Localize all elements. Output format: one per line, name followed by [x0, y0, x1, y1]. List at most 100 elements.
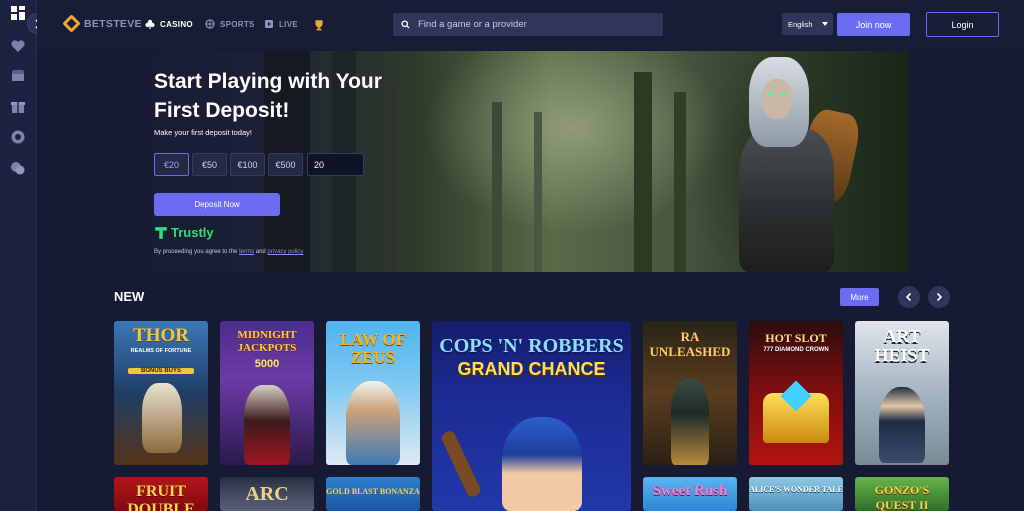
- heart-icon[interactable]: [10, 38, 26, 54]
- game-tile-sweet-rush[interactable]: Sweet Rush: [643, 477, 737, 511]
- thief-figure: [879, 387, 925, 463]
- game-tile-alices-wonder-tale[interactable]: ALICE'S WONDER TALE: [749, 477, 843, 511]
- chevron-left-icon: [905, 292, 912, 302]
- game-tile-midnight-jackpots[interactable]: MIDNIGHT JACKPOTS 5000: [220, 321, 314, 465]
- amount-option[interactable]: €100: [230, 153, 265, 176]
- privacy-policy-link[interactable]: privacy policy: [267, 249, 303, 255]
- game-title: ART HEIST: [874, 326, 930, 365]
- top-bar: BETSTEVE CASINO SPORTS LIVE English Join…: [37, 0, 1024, 50]
- baton: [439, 429, 483, 499]
- brand-name: BETSTEVE: [84, 17, 142, 30]
- game-tile-hot-slot[interactable]: HOT SLOT 777 DIAMOND CROWN: [749, 321, 843, 465]
- terms-notice: By proceeding you agree to the terms and…: [154, 249, 303, 255]
- game-title: GONZO'S QUEST II: [874, 483, 930, 511]
- nav-casino-label: CASINO: [160, 19, 193, 29]
- game-tile-ra-unleashed[interactable]: RA UNLEASHED: [643, 321, 737, 465]
- elf-face: [762, 79, 792, 119]
- game-tile-gold-blast-bonanza[interactable]: GOLD BLAST BONANZA: [326, 477, 420, 511]
- more-button[interactable]: More: [840, 288, 879, 306]
- terms-link[interactable]: terms: [239, 249, 254, 255]
- chat-support-icon[interactable]: [10, 160, 26, 176]
- game-tile-fruit-double[interactable]: FRUIT DOUBLE: [114, 477, 208, 511]
- brand-logo[interactable]: BETSTEVE: [62, 14, 142, 33]
- game-tile-law-of-zeus[interactable]: LAW OF ZEUS: [326, 321, 420, 465]
- gift-icon[interactable]: [10, 98, 26, 114]
- trophy-icon: [315, 20, 323, 31]
- tree-trunk: [674, 92, 686, 272]
- game-tile-gonzos-quest-ii[interactable]: GONZO'S QUEST II: [855, 477, 949, 511]
- elf-armor: [739, 129, 834, 272]
- hero-title: Start Playing with Your First Deposit!: [154, 70, 382, 122]
- deposit-now-button[interactable]: Deposit Now: [154, 193, 280, 216]
- game-title: LAW OF ZEUS: [339, 330, 407, 367]
- search-bar[interactable]: [393, 13, 663, 36]
- chevron-right-icon: [936, 292, 943, 302]
- amount-option[interactable]: €500: [268, 153, 303, 176]
- nav-live-label: LIVE: [279, 19, 298, 29]
- terms-and: and: [255, 249, 266, 255]
- zeus-figure: [346, 381, 400, 465]
- amount-input[interactable]: 20: [307, 153, 364, 176]
- nav-sports-label: SPORTS: [220, 19, 255, 29]
- tv-icon: [265, 20, 273, 28]
- chest-icon[interactable]: [10, 67, 26, 83]
- thor-figure: [142, 383, 182, 453]
- amount-option[interactable]: €50: [192, 153, 227, 176]
- language-select[interactable]: English: [782, 13, 833, 35]
- game-tile-cops-n-robbers[interactable]: COPS 'N' ROBBERS GRAND CHANCE: [432, 321, 631, 511]
- game-title: THOR: [133, 325, 189, 346]
- nav-sports[interactable]: SPORTS: [205, 19, 255, 29]
- search-icon: [401, 20, 410, 29]
- game-title: MIDNIGHT JACKPOTS: [237, 329, 297, 354]
- login-button[interactable]: Login: [926, 12, 999, 37]
- game-subtitle: REALMS OF FORTUNE: [130, 348, 192, 354]
- hero-subtitle: Make your first deposit today!: [154, 128, 252, 137]
- join-now-button[interactable]: Join now: [837, 13, 910, 36]
- section-title-new: NEW: [114, 289, 145, 304]
- nav-trophy[interactable]: [313, 19, 325, 31]
- game-title: RA UNLEASHED: [649, 329, 731, 359]
- search-input[interactable]: [418, 19, 658, 30]
- game-title: ARC: [245, 483, 289, 505]
- tree-trunk: [634, 72, 652, 272]
- ball-icon: [205, 19, 215, 29]
- game-tile-thor[interactable]: THOR REALMS OF FORTUNE BONUS BUYS: [114, 321, 208, 465]
- carousel-prev-button[interactable]: [898, 286, 920, 308]
- game-subtitle: 777 DIAMOND CROWN: [763, 347, 829, 353]
- terms-prefix: By proceeding you agree to the: [154, 249, 238, 255]
- elf-eye: [781, 93, 786, 96]
- nav-live[interactable]: LIVE: [264, 19, 298, 29]
- elf-eye: [768, 93, 773, 96]
- trustly-label: Trustly: [171, 225, 214, 240]
- game-title: Sweet Rush: [652, 483, 728, 499]
- trustly-logo: Trustly: [154, 225, 214, 240]
- ra-figure: [671, 379, 709, 465]
- caret-down-icon: [822, 22, 828, 26]
- carousel-next-button[interactable]: [928, 286, 950, 308]
- game-title: COPS 'N' ROBBERS: [439, 335, 624, 357]
- game-title: ALICE'S WONDER TALE: [749, 485, 843, 494]
- nav-casino[interactable]: CASINO: [145, 19, 193, 29]
- trustly-icon: [155, 226, 167, 239]
- cop-figure: [502, 417, 582, 511]
- vampire-figure: [244, 385, 290, 465]
- game-title: HOT SLOT: [765, 331, 827, 345]
- chip-icon[interactable]: [10, 129, 26, 145]
- game-tile-arc[interactable]: ARC: [220, 477, 314, 511]
- game-title: FRUIT DOUBLE: [127, 483, 195, 511]
- game-title: GOLD BLAST BONANZA: [326, 487, 420, 496]
- game-subtitle: GRAND CHANCE: [457, 359, 606, 379]
- game-subtitle: 5000: [254, 358, 280, 370]
- game-badge: BONUS BUYS: [128, 368, 194, 374]
- hero-banner: Start Playing with Your First Deposit! M…: [114, 51, 909, 272]
- game-tile-art-heist[interactable]: ART HEIST: [855, 321, 949, 465]
- logo-diamond-icon: [62, 14, 81, 33]
- deposit-amount-options: €20 €50 €100 €500 20: [154, 153, 364, 176]
- sidebar-rail: [0, 0, 37, 511]
- tree-trunk: [534, 112, 542, 272]
- amount-option[interactable]: €20: [154, 153, 189, 176]
- tree-trunk: [492, 102, 502, 272]
- language-selected: English: [788, 19, 813, 29]
- grid-menu-icon[interactable]: [10, 5, 26, 21]
- club-icon: [145, 19, 155, 29]
